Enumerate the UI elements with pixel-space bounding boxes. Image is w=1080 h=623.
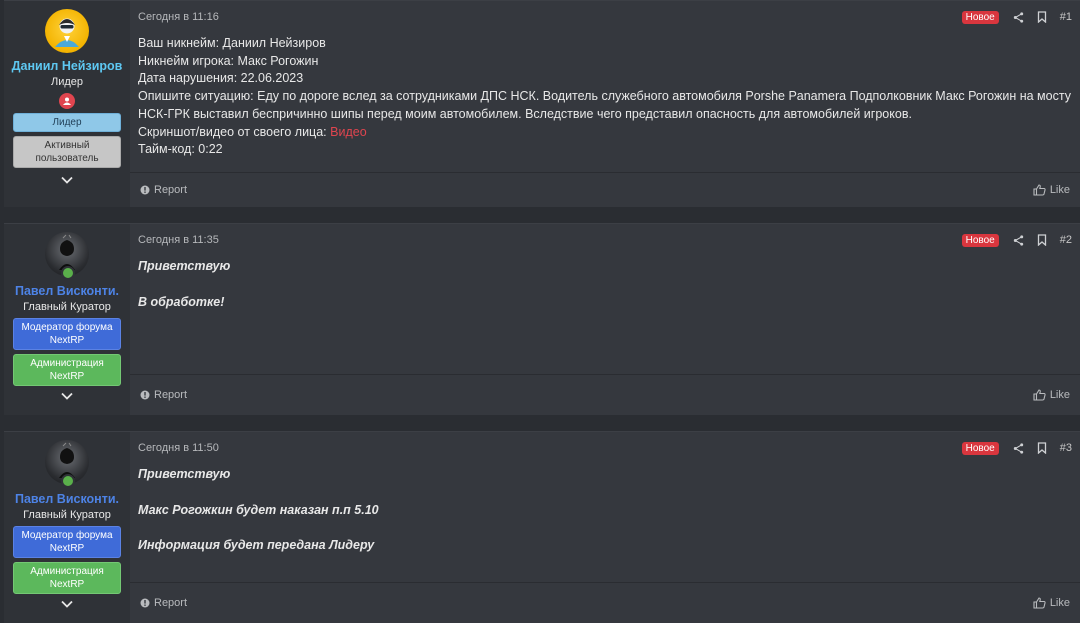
user-card: Павел Висконти. Главный Куратор Модерато… [4,224,130,415]
user-name[interactable]: Павел Висконти. [15,492,119,506]
new-badge: Новое [961,441,999,455]
post-content: Сегодня в 11:16 Новое #1 Ваш никнейм: Да… [130,1,1080,207]
avatar[interactable] [45,232,89,280]
post-line: Макс Рогожкин будет наказан п.п 5.10 [138,502,379,517]
avatar[interactable] [45,9,89,53]
report-link[interactable]: Report [154,184,187,196]
post-header: Сегодня в 11:50 Новое #3 [130,432,1080,464]
post-time[interactable]: Сегодня в 11:35 [138,234,219,246]
post-time[interactable]: Сегодня в 11:50 [138,442,219,454]
user-banner: Лидер [13,113,121,132]
like-icon[interactable] [1033,184,1046,196]
thread: Даниил Нейзиров Лидер Лидер Активный пол… [0,0,1080,623]
report-link[interactable]: Report [154,597,187,609]
bookmark-icon[interactable] [1037,11,1047,23]
report-link[interactable]: Report [154,389,187,401]
share-icon[interactable] [1013,442,1024,454]
chevron-down-icon[interactable] [60,173,74,187]
share-icon[interactable] [1013,234,1024,246]
post-number[interactable]: #2 [1060,234,1072,246]
user-name[interactable]: Павел Висконти. [15,284,119,298]
user-title: Главный Куратор [23,509,111,521]
like-button[interactable]: Like [1050,389,1070,401]
user-banner: Модератор форума NextRP [13,526,121,558]
post-line: Приветствую [138,467,231,481]
post-time[interactable]: Сегодня в 11:16 [138,11,219,23]
post-line: Дата нарушения: 22.06.2023 [138,71,304,86]
post-content: Сегодня в 11:50 Новое #3 Приветствую Мак… [130,432,1080,623]
leader-role-icon [59,93,75,109]
post-footer: Report Like [130,172,1080,207]
bookmark-icon[interactable] [1037,234,1047,246]
share-icon[interactable] [1013,11,1024,23]
chevron-down-icon[interactable] [60,389,74,403]
post-1: Даниил Нейзиров Лидер Лидер Активный пол… [4,0,1080,207]
user-name[interactable]: Даниил Нейзиров [12,59,123,73]
post-body: Приветствую В обработке! [130,256,1080,374]
screenshot-label: Скриншот/видео от своего лица: [138,124,327,139]
post-line: Ваш никнейм: Даниил Нейзиров [138,36,326,50]
user-card: Даниил Нейзиров Лидер Лидер Активный пол… [4,1,130,207]
post-number[interactable]: #3 [1060,442,1072,454]
user-banner: Администрация NextRP [13,562,121,594]
post-line: Информация будет передана Лидеру [138,538,375,553]
post-footer: Report Like [130,582,1080,623]
user-banner: Активный пользователь [13,136,121,168]
like-icon[interactable] [1033,389,1046,401]
chevron-down-icon[interactable] [60,597,74,611]
post-footer: Report Like [130,374,1080,415]
like-button[interactable]: Like [1050,597,1070,609]
post-line: Скриншот/видео от своего лица: Видео [138,124,1072,142]
post-line: Тайм-код: 0:22 [138,142,223,157]
report-icon[interactable] [140,390,150,400]
post-header: Сегодня в 11:16 Новое #1 [130,1,1080,33]
like-icon[interactable] [1033,597,1046,609]
post-body: Ваш никнейм: Даниил Нейзиров Никнейм игр… [130,33,1080,172]
avatar[interactable] [45,440,89,488]
user-banner: Модератор форума NextRP [13,318,121,350]
post-line: В обработке! [138,294,225,309]
post-line: Никнейм игрока: Макс Рогожин [138,53,319,68]
new-badge: Новое [961,10,999,24]
video-link[interactable]: Видео [330,125,367,139]
like-button[interactable]: Like [1050,184,1070,196]
user-title: Главный Куратор [23,301,111,313]
user-title: Лидер [50,76,84,88]
post-3: Павел Висконти. Главный Куратор Модерато… [4,431,1080,623]
post-2: Павел Висконти. Главный Куратор Модерато… [4,223,1080,415]
post-content: Сегодня в 11:35 Новое #2 Приветствую В о… [130,224,1080,415]
post-header: Сегодня в 11:35 Новое #2 [130,224,1080,256]
online-indicator [61,474,75,488]
bookmark-icon[interactable] [1037,442,1047,454]
online-indicator [61,266,75,280]
new-badge: Новое [961,233,999,247]
report-icon[interactable] [140,598,150,608]
post-body: Приветствую Макс Рогожкин будет наказан … [130,464,1080,582]
report-icon[interactable] [140,185,150,195]
post-line: Опишите ситуацию: Еду по дороге вслед за… [138,89,1071,121]
user-banner: Администрация NextRP [13,354,121,386]
user-card: Павел Висконти. Главный Куратор Модерато… [4,432,130,623]
post-line: Приветствую [138,259,231,273]
post-number[interactable]: #1 [1060,11,1072,23]
